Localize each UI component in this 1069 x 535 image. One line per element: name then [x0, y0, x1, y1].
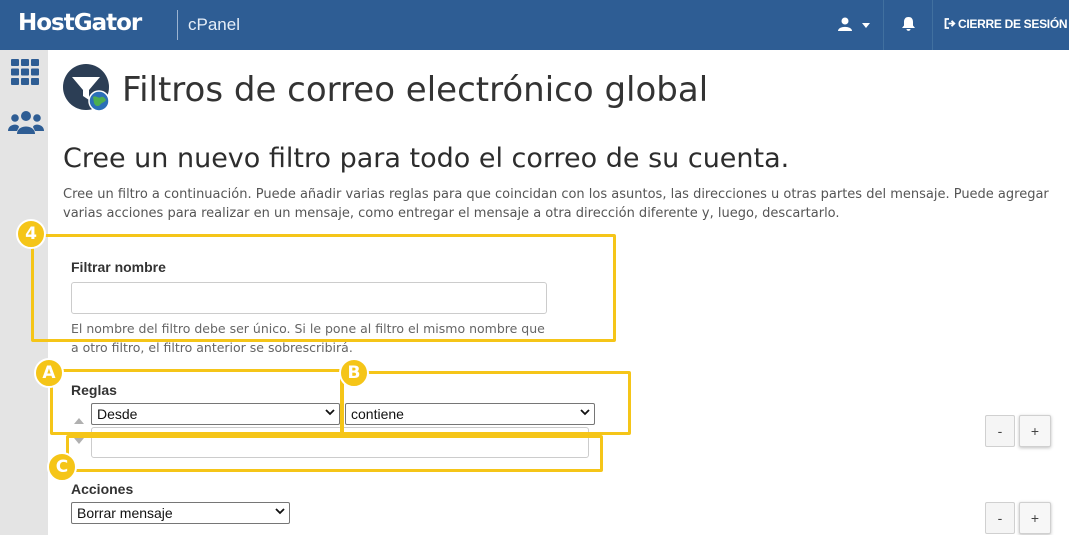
users-icon[interactable]: [8, 110, 44, 134]
annotation-badge-b: B: [339, 358, 369, 388]
user-menu-button[interactable]: [832, 0, 884, 50]
highlight-rule-field: [50, 369, 344, 435]
page-title: Filtros de correo electrónico global: [122, 70, 709, 110]
actions-label: Acciones: [71, 481, 134, 497]
remove-action-button[interactable]: -: [985, 502, 1015, 534]
cpanel-label: cPanel: [188, 15, 240, 34]
annotation-badge-4: 4: [16, 219, 46, 249]
add-rule-button[interactable]: +: [1019, 415, 1051, 447]
bell-icon: [902, 17, 915, 31]
logo-divider: [177, 10, 178, 40]
highlight-filter-name: [31, 234, 616, 342]
page-description: Cree un filtro a continuación. Puede aña…: [63, 187, 1049, 221]
annotation-badge-a: A: [34, 358, 64, 388]
annotation-badge-c: C: [47, 452, 77, 482]
section-title: Cree un nuevo filtro para todo el correo…: [63, 143, 790, 174]
add-action-button[interactable]: +: [1019, 502, 1051, 534]
action-value: Borrar mensaje: [77, 505, 173, 521]
grid-icon[interactable]: [11, 59, 39, 85]
hostgator-logo[interactable]: HostGator: [18, 10, 142, 36]
user-icon: [838, 17, 852, 31]
logout-icon: [944, 18, 956, 29]
highlight-rule-value: [66, 435, 603, 472]
chevron-down-icon: [862, 23, 870, 28]
chevron-down-icon: [275, 508, 285, 515]
filter-globe-icon: [63, 64, 110, 112]
logout-link[interactable]: CIERRE DE SESIÓN: [944, 17, 1068, 31]
highlight-rule-operator: [340, 371, 631, 435]
logout-label: CIERRE DE SESIÓN: [958, 17, 1068, 31]
remove-rule-button[interactable]: -: [985, 415, 1015, 447]
top-header: HostGator cPanel CIERRE DE SESIÓN: [0, 0, 1069, 50]
notifications-button[interactable]: [885, 0, 933, 50]
action-select[interactable]: Borrar mensaje: [71, 502, 290, 524]
